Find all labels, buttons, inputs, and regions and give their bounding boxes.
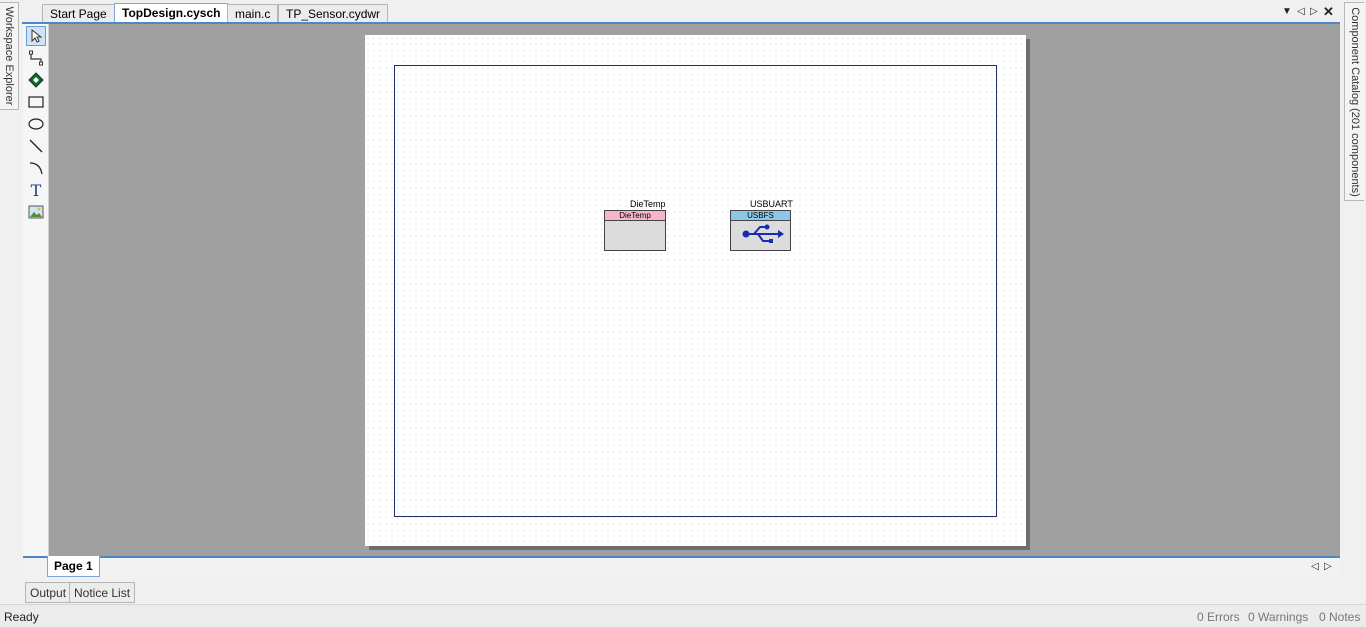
component-catalog-label: Component Catalog (201 components) — [1348, 6, 1361, 197]
usbuart-component[interactable]: USBFS — [730, 210, 791, 251]
tab-notice-list[interactable]: Notice List — [69, 582, 136, 603]
usbfs-type-label: USBFS — [731, 211, 790, 221]
tab-page-1[interactable]: Page 1 — [47, 556, 100, 577]
component-icon[interactable] — [26, 70, 46, 90]
tab-tp-sensor[interactable]: TP_Sensor.cydwr — [278, 4, 389, 22]
tab-topdesign[interactable]: TopDesign.cysch — [114, 3, 229, 23]
tab-list-dropdown-icon[interactable]: ▼ — [1282, 6, 1292, 17]
tab-start-page[interactable]: Start Page — [42, 4, 115, 22]
usb-icon — [742, 223, 784, 248]
select-pointer-icon[interactable] — [26, 26, 46, 46]
schematic-toolbox: T — [23, 24, 49, 556]
component-catalog-tab[interactable]: Component Catalog (201 components) — [1344, 2, 1364, 201]
close-tab-icon[interactable]: ✕ — [1323, 4, 1334, 20]
status-ready: Ready — [4, 610, 39, 624]
dietemp-instance-name: DieTemp — [630, 199, 666, 209]
scroll-tabs-right-icon[interactable]: ▷ — [1310, 6, 1318, 17]
page-scroll-right-icon[interactable]: ▷ — [1324, 561, 1332, 572]
tab-main-c[interactable]: main.c — [227, 4, 279, 22]
dietemp-type-label: DieTemp — [605, 211, 665, 221]
line-icon[interactable] — [26, 136, 46, 156]
notes-count[interactable]: 0 Notes — [1319, 610, 1360, 624]
page-scroll-left-icon[interactable]: ◁ — [1311, 561, 1319, 572]
scroll-tabs-left-icon[interactable]: ◁ — [1297, 6, 1305, 17]
ellipse-icon[interactable] — [26, 114, 46, 134]
tab-output[interactable]: Output — [25, 582, 72, 603]
workspace-explorer-tab[interactable]: Workspace Explorer — [0, 2, 19, 110]
status-bar: Ready 0 Errors 0 Warnings 0 Notes — [0, 604, 1366, 627]
workspace-explorer-label: Workspace Explorer — [3, 6, 15, 106]
text-icon[interactable]: T — [26, 180, 46, 200]
arc-icon[interactable] — [26, 158, 46, 178]
error-count[interactable]: 0 Errors — [1197, 610, 1240, 624]
wire-icon[interactable] — [26, 48, 46, 68]
dietemp-component[interactable]: DieTemp — [604, 210, 666, 251]
document-tab-strip: Start Page TopDesign.cysch main.c TP_Sen… — [22, 0, 1340, 23]
image-icon[interactable] — [26, 202, 46, 222]
usbuart-instance-name: USBUART — [750, 199, 793, 209]
page-tab-strip: Page 1 ◁ ▷ — [23, 556, 1340, 578]
sheet-border-frame — [394, 65, 997, 517]
warning-count[interactable]: 0 Warnings — [1248, 610, 1308, 624]
rectangle-icon[interactable] — [26, 92, 46, 112]
